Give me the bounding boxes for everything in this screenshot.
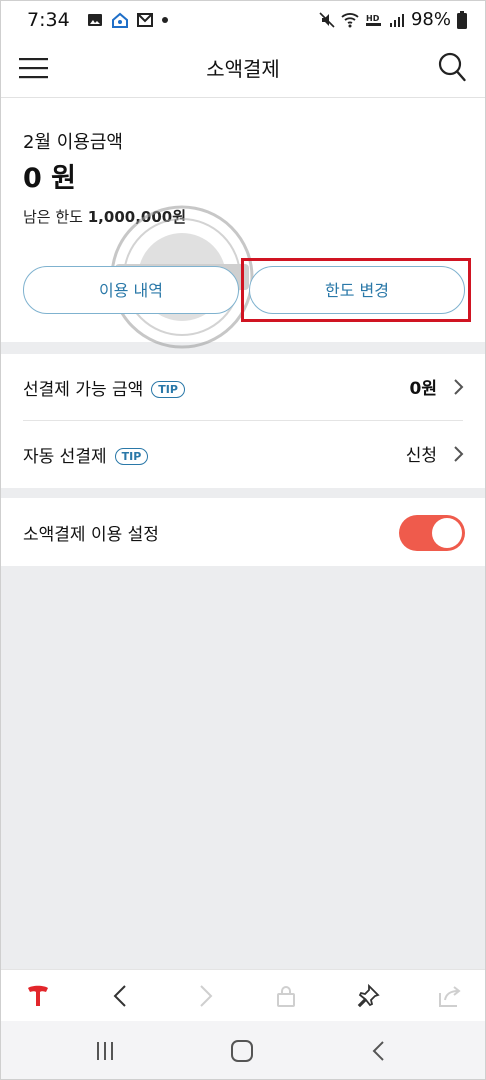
system-navigation-bar [1,1021,485,1079]
battery-percent: 98% [410,9,451,30]
prepay-tip-badge[interactable]: TIP [151,381,185,398]
svg-text:HD: HD [366,14,380,23]
micropayment-toggle[interactable] [399,515,465,551]
wifi-icon [341,12,359,27]
usage-summary-card: 2월 이용금액 0 원 남은 한도 1,000,000원 이용 내역 한도 변경 [1,98,485,349]
status-bar: 7:34 HD 98% [1,1,485,39]
status-time: 7:34 [27,9,70,31]
mail-icon [137,13,153,27]
micropayment-setting-label: 소액결제 이용 설정 [23,525,159,545]
back-arrow-icon[interactable] [108,983,134,1009]
browser-toolbar [1,969,485,1022]
signal-icon [389,13,404,27]
status-left-icons [87,12,169,28]
usage-history-button[interactable]: 이용 내역 [23,266,239,314]
home-icon [112,12,128,28]
status-right-icons: HD 98% [319,9,467,30]
mute-icon [319,11,335,28]
prepay-amount-label-wrap: 선결제 가능 금액 TIP [23,375,185,400]
home-button-icon[interactable] [230,1039,254,1063]
system-back-icon[interactable] [367,1039,391,1063]
app-frame: 7:34 HD 98% 소액결제 2월 이용금액 0 원 남은 한도 1,000… [0,0,486,1080]
micropayment-setting-row: 소액결제 이용 설정 [1,498,485,566]
t-logo-icon[interactable] [25,983,51,1009]
prepay-amount-value: 0원 [409,379,437,399]
remaining-limit-label: 남은 한도 [23,208,83,226]
auto-prepay-row[interactable]: 자동 선결제 TIP 신청 [1,421,485,487]
auto-tip-badge[interactable]: TIP [114,448,149,465]
gallery-icon [88,14,102,26]
prepay-list: 선결제 가능 금액 TIP 0원 자동 선결제 TIP 신청 [1,354,485,488]
auto-prepay-label: 자동 선결제 [23,447,107,467]
usage-amount: 0 원 [23,163,77,194]
prepay-amount-row[interactable]: 선결제 가능 금액 TIP 0원 [1,354,485,421]
lock-icon[interactable] [273,983,299,1009]
chevron-right-icon [454,379,464,395]
month-usage-label: 2월 이용금액 [23,132,123,153]
toggle-knob [432,518,462,548]
prepay-amount-label: 선결제 가능 금액 [23,380,144,400]
pin-icon[interactable] [355,983,381,1009]
battery-icon [457,10,467,29]
hd-voice-icon: HD [365,14,381,26]
search-icon[interactable] [437,51,467,83]
auto-prepay-label-wrap: 자동 선결제 TIP [23,442,149,467]
highlight-box [241,258,471,322]
auto-prepay-value: 신청 [405,446,437,466]
share-icon[interactable] [437,983,463,1009]
page-title: 소액결제 [206,57,280,81]
dot-icon [162,17,168,23]
recent-apps-icon[interactable] [93,1039,117,1063]
app-header: 소액결제 [1,39,485,98]
chevron-right-icon [454,446,464,462]
forward-arrow-icon[interactable] [192,983,218,1009]
